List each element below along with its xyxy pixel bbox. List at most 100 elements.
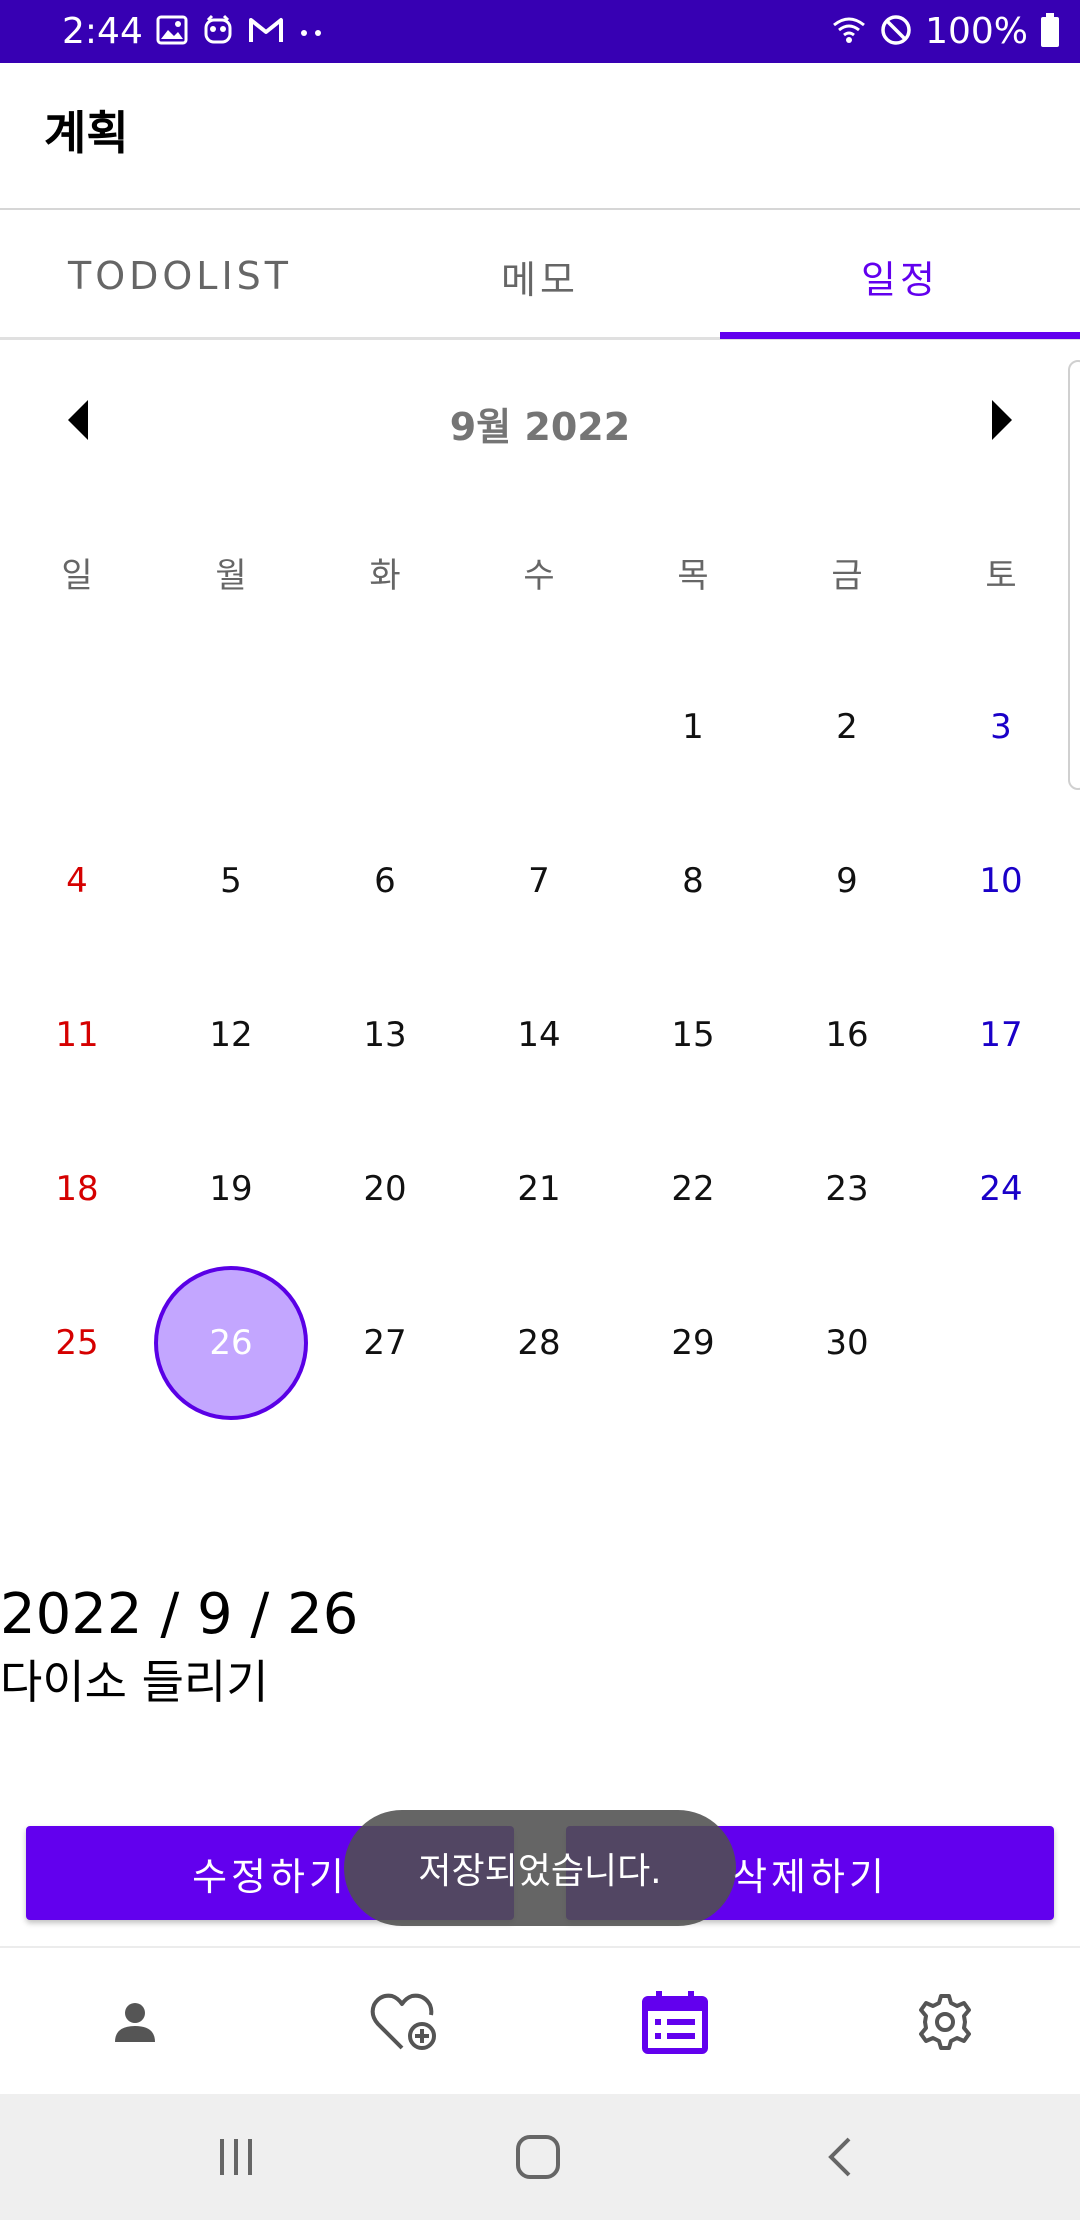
calendar-day[interactable]: 24: [924, 1112, 1078, 1266]
back-button[interactable]: [780, 2094, 900, 2220]
calendar-day[interactable]: 11: [0, 958, 154, 1112]
home-button[interactable]: [478, 2094, 598, 2220]
weekday-label: 월: [215, 556, 247, 596]
person-icon: [115, 2003, 155, 2042]
calendar-day-number: 2: [836, 707, 858, 747]
calendar-day[interactable]: 3: [924, 650, 1078, 804]
calendar-day-number: 12: [209, 1015, 253, 1055]
schedule-text: 다이소 들리기: [0, 1655, 269, 1709]
calendar-day-number: 22: [671, 1169, 715, 1209]
calendar-day-number: 1: [682, 707, 704, 747]
calendar-day[interactable]: 23: [770, 1112, 924, 1266]
calendar-day-number: 3: [990, 707, 1012, 747]
more-dots-icon: [298, 23, 326, 42]
calendar-day-number: 28: [517, 1323, 561, 1363]
weekday-label: 토: [985, 556, 1017, 596]
nav-favorites[interactable]: [270, 1948, 540, 2096]
weekday-label: 목: [677, 556, 709, 596]
calendar-day[interactable]: 5: [154, 804, 308, 958]
recent-apps-icon: [220, 2139, 252, 2175]
calendar-day[interactable]: 9: [770, 804, 924, 958]
home-icon: [516, 2135, 560, 2179]
tab-schedule[interactable]: 일정: [720, 212, 1080, 340]
calendar-day[interactable]: 4: [0, 804, 154, 958]
back-chevron-icon: [828, 2137, 851, 2177]
app-bar: 계획: [0, 63, 1080, 210]
calendar-day-number: 25: [55, 1323, 99, 1363]
calendar-day-number: 21: [517, 1169, 561, 1209]
wifi-icon: [831, 15, 867, 49]
triangle-right-icon: [992, 400, 1012, 440]
calendar-day-selected[interactable]: 26: [154, 1266, 308, 1420]
calendar-day[interactable]: 18: [0, 1112, 154, 1266]
next-month-button[interactable]: [972, 390, 1032, 450]
calendar-day-number: 11: [55, 1015, 99, 1055]
nav-settings[interactable]: [810, 1948, 1080, 2096]
calendar-day-number: 29: [671, 1323, 715, 1363]
tab-bar: TODOLIST 메모 일정: [0, 212, 1080, 340]
weekday-label: 화: [369, 556, 401, 596]
calendar-day[interactable]: 29: [616, 1266, 770, 1420]
status-bar: 2:44 100%: [0, 0, 1080, 63]
calendar-day-number: 26: [209, 1323, 253, 1363]
system-nav-bar: [0, 2094, 1080, 2220]
bottom-nav: [0, 1946, 1080, 2094]
calendar-day[interactable]: 15: [616, 958, 770, 1112]
status-icons-left: [156, 14, 326, 50]
calendar-day-number: 19: [209, 1169, 253, 1209]
calendar-day-number: 15: [671, 1015, 715, 1055]
calendar-day-number: 27: [363, 1323, 407, 1363]
calendar-day-number: 7: [528, 861, 550, 901]
weekday-label: 금: [831, 556, 863, 596]
calendar-day[interactable]: 16: [770, 958, 924, 1112]
calendar-day-number: 13: [363, 1015, 407, 1055]
tab-memo[interactable]: 메모: [360, 212, 720, 340]
calendar-day[interactable]: 7: [462, 804, 616, 958]
calendar-day[interactable]: 2: [770, 650, 924, 804]
tab-todolist[interactable]: TODOLIST: [0, 212, 360, 340]
calendar-day[interactable]: 27: [308, 1266, 462, 1420]
calendar-day[interactable]: 6: [308, 804, 462, 958]
calendar-list-icon: [642, 1991, 708, 2054]
battery-percent: 100%: [925, 11, 1028, 52]
calendar-day[interactable]: 8: [616, 804, 770, 958]
calendar-day[interactable]: 12: [154, 958, 308, 1112]
calendar-day[interactable]: 19: [154, 1112, 308, 1266]
nav-schedule[interactable]: [540, 1948, 810, 2096]
calendar-day-number: 8: [682, 861, 704, 901]
calendar-day-number: 20: [363, 1169, 407, 1209]
calendar-day[interactable]: 25: [0, 1266, 154, 1420]
calendar-day[interactable]: 13: [308, 958, 462, 1112]
calendar-day-number: 24: [979, 1169, 1023, 1209]
calendar-day-number: 4: [66, 861, 88, 901]
calendar-day-number: 23: [825, 1169, 869, 1209]
toast-message: 저장되었습니다.: [344, 1810, 736, 1926]
selected-date: 2022 / 9 / 26: [0, 1582, 359, 1647]
weekday-label: 수: [523, 556, 555, 596]
calendar-day-number: 30: [825, 1323, 869, 1363]
calendar-day[interactable]: 28: [462, 1266, 616, 1420]
recent-apps-button[interactable]: [176, 2094, 296, 2220]
heart-plus-icon: [370, 1993, 436, 2050]
calendar-day-number: 5: [220, 861, 242, 901]
calendar-day[interactable]: 30: [770, 1266, 924, 1420]
calendar-day[interactable]: 22: [616, 1112, 770, 1266]
calendar-day[interactable]: 17: [924, 958, 1078, 1112]
calendar-day-number: 17: [979, 1015, 1023, 1055]
calendar-day[interactable]: 21: [462, 1112, 616, 1266]
calendar-day[interactable]: 20: [308, 1112, 462, 1266]
calendar-day-number: 6: [374, 861, 396, 901]
gmail-icon: [248, 16, 284, 48]
nav-profile[interactable]: [0, 1948, 270, 2096]
calendar-day[interactable]: 1: [616, 650, 770, 804]
calendar-day-number: 16: [825, 1015, 869, 1055]
do-not-disturb-icon: [879, 13, 913, 51]
calendar-day-number: 18: [55, 1169, 99, 1209]
calendar-day-number: 10: [979, 861, 1023, 901]
tab-indicator: [720, 332, 1080, 339]
calendar-day-number: 14: [517, 1015, 561, 1055]
calendar-header: 9월 2022: [0, 360, 1080, 480]
weekday-label: 일: [61, 556, 93, 596]
calendar-day[interactable]: 14: [462, 958, 616, 1112]
calendar-day[interactable]: 10: [924, 804, 1078, 958]
